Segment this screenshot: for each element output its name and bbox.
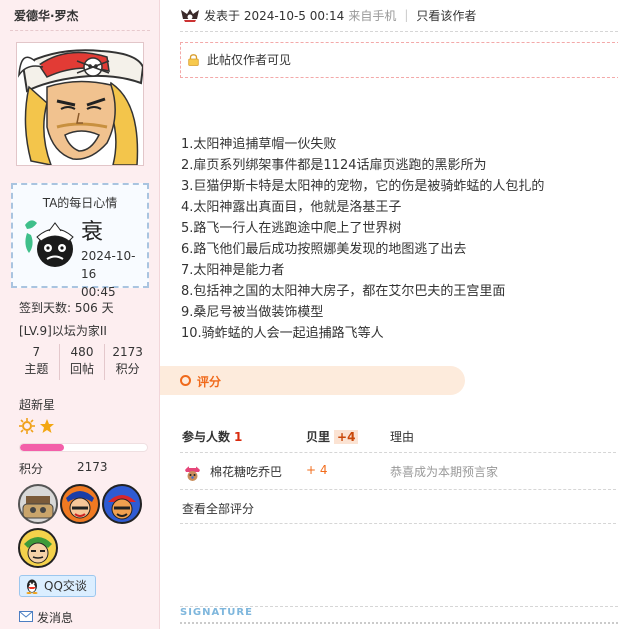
stat-value: 480 xyxy=(70,345,94,359)
signature-label: SIGNATURE xyxy=(180,607,253,618)
post-meta: 发表于 2024-10-5 00:14 来自手机 | 只看该作者 xyxy=(180,6,476,24)
medal-icon[interactable] xyxy=(60,484,100,524)
divider xyxy=(180,489,616,490)
sun-icon xyxy=(19,418,35,434)
mood-date: 2024-10-16 xyxy=(81,249,136,281)
shells-header: 贝里 +4 xyxy=(306,428,359,445)
user-sidebar: 爱德华·罗杰 TA的每日心情 衰 2024-10-16 00:45 签到天数: … xyxy=(0,0,160,629)
stat-value: 2173 xyxy=(112,345,143,359)
medal-icon[interactable] xyxy=(18,484,58,524)
stat-label: 回帖 xyxy=(70,362,95,376)
signature-text-clipped xyxy=(180,622,618,629)
rating-row: 棉花糖吃乔巴 + 4 恭喜成为本期预言家 xyxy=(182,462,618,483)
separator: | xyxy=(404,8,409,22)
content-line: 2.扉页系列绑架事件都是1124话扉页逃跑的黑影所为 xyxy=(181,158,487,173)
divider xyxy=(180,452,616,453)
qq-chat-button[interactable]: QQ交谈 xyxy=(19,575,96,597)
stat-threads[interactable]: 7 主题 xyxy=(14,344,60,380)
rank-progress-fill xyxy=(20,444,65,451)
send-message-label: 发消息 xyxy=(37,611,74,625)
user-level: [LV.9]以坛为家II xyxy=(19,324,107,338)
rank-progress-bar xyxy=(19,443,148,452)
notice-text: 此帖仅作者可见 xyxy=(207,53,292,67)
mood-emoji-icon xyxy=(23,215,75,271)
send-message-link[interactable]: 发消息 xyxy=(19,609,73,626)
divider xyxy=(180,31,618,32)
rating-value: + 4 xyxy=(306,463,328,477)
points-value: 2173 xyxy=(77,460,108,474)
post-source: 来自手机 xyxy=(348,8,397,23)
shells-label: 贝里 xyxy=(306,430,331,444)
user-rank[interactable]: 超新星 xyxy=(19,396,55,413)
rating-section-label: 评分 xyxy=(197,375,222,389)
avatar-illustration xyxy=(17,43,143,165)
participants-header: 参与人数 1 xyxy=(182,428,242,445)
participants-count: 1 xyxy=(234,430,243,444)
content-line: 9.桑尼号被当做装饰模型 xyxy=(181,305,324,320)
stat-label: 主题 xyxy=(24,362,49,376)
author-username[interactable]: 爱德华·罗杰 xyxy=(14,7,79,24)
avatar[interactable] xyxy=(16,42,144,166)
content-line: 1.太阳神追捕草帽一伙失败 xyxy=(181,137,337,152)
star-icon xyxy=(40,419,54,433)
author-only-link[interactable]: 只看该作者 xyxy=(416,7,476,24)
rank-icons xyxy=(19,418,55,434)
rater-name[interactable]: 棉花糖吃乔巴 xyxy=(210,463,282,480)
qq-chat-label: QQ交谈 xyxy=(44,579,87,593)
user-stats: 7 主题 480 回帖 2173 积分 xyxy=(14,344,150,380)
post-date: 发表于 2024-10-5 00:14 xyxy=(204,8,345,23)
reason-header: 理由 xyxy=(390,430,415,444)
post-container: 爱德华·罗杰 TA的每日心情 衰 2024-10-16 00:45 签到天数: … xyxy=(0,0,618,629)
content-line: 6.路飞他们最后成功按照娜美发现的地图逃了出去 xyxy=(181,242,467,257)
mood-word: 衰 xyxy=(81,220,104,245)
content-line: 3.巨猫伊斯卡特是太阳神的宠物，它的伤是被骑蚱蜢的人包扎的 xyxy=(181,179,545,194)
divider xyxy=(10,30,150,31)
medal-icon[interactable] xyxy=(18,528,58,568)
rating-circle-icon xyxy=(180,375,191,386)
mood-datetime: 2024-10-16 00:45 xyxy=(81,247,147,301)
rating-section-header: 评分 xyxy=(160,366,465,395)
stat-replies[interactable]: 480 回帖 xyxy=(60,344,106,380)
sign-in-days: 签到天数: 506 天 xyxy=(19,301,114,315)
content-line: 7.太阳神是能力者 xyxy=(181,263,285,278)
participants-label: 参与人数 xyxy=(182,430,231,444)
stat-label: 积分 xyxy=(115,362,140,376)
visibility-notice: 此帖仅作者可见 xyxy=(180,42,618,78)
content-line: 8.包括神之国的太阳神大房子，都在艾尔巴夫的王宫里面 xyxy=(181,284,506,299)
divider xyxy=(180,523,616,524)
daily-mood-box: TA的每日心情 衰 2024-10-16 00:45 xyxy=(11,183,149,299)
points-label: 积分 xyxy=(19,462,44,476)
mood-title: TA的每日心情 xyxy=(42,196,118,210)
content-line: 4.太阳神露出真面目，他就是洛基王子 xyxy=(181,200,402,215)
stat-value: 7 xyxy=(32,345,41,359)
rater-avatar[interactable] xyxy=(182,462,203,483)
content-line: 10.骑蚱蜢的人会一起追捕路飞等人 xyxy=(181,326,384,341)
shells-total: +4 xyxy=(334,430,359,444)
stat-points[interactable]: 2173 积分 xyxy=(105,344,150,380)
envelope-icon xyxy=(19,611,33,622)
post-content: 1.太阳神追捕草帽一伙失败 2.扉页系列绑架事件都是1124话扉页逃跑的黑影所为… xyxy=(181,134,544,344)
online-status-icon xyxy=(181,9,199,22)
lock-icon xyxy=(188,54,199,66)
content-line: 5.路飞一行人在逃跑途中爬上了世界树 xyxy=(181,221,402,236)
medal-icon[interactable] xyxy=(102,484,142,524)
view-all-ratings-link[interactable]: 查看全部评分 xyxy=(182,500,254,517)
qq-penguin-icon xyxy=(26,579,38,594)
rating-reason: 恭喜成为本期预言家 xyxy=(390,465,499,479)
